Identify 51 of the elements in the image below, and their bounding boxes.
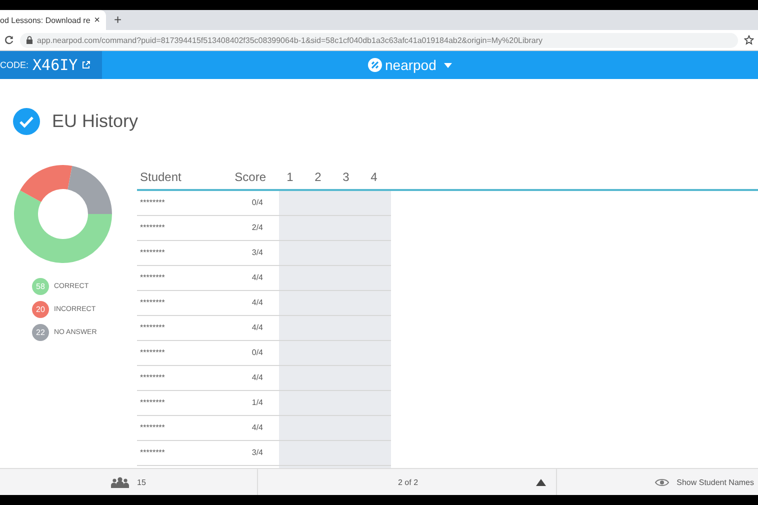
external-link-icon[interactable] bbox=[82, 61, 90, 69]
count-dot: 58 bbox=[32, 278, 49, 295]
student-name: ******** bbox=[139, 397, 166, 409]
page-indicator: 2 of 2 bbox=[398, 478, 418, 486]
column-header: Student bbox=[139, 170, 182, 184]
reload-icon[interactable] bbox=[4, 35, 14, 45]
student-name: ******** bbox=[139, 372, 166, 384]
student-name: ******** bbox=[139, 447, 166, 459]
score-cell-text: 4/4 bbox=[250, 297, 263, 309]
show-names-button[interactable]: Show Student Names bbox=[557, 469, 758, 495]
student-name: ******** bbox=[139, 222, 166, 234]
score-cell-text: 1/4 bbox=[250, 397, 263, 409]
score-cell-text: 4/4 bbox=[250, 372, 263, 384]
column-header: 2 bbox=[314, 170, 322, 184]
lesson-title: EU History bbox=[52, 110, 138, 132]
score-cell-text: 4/4 bbox=[250, 272, 263, 284]
star-icon[interactable] bbox=[744, 35, 754, 45]
caret-icon bbox=[444, 62, 452, 68]
new-tab-button[interactable]: + bbox=[114, 12, 122, 27]
column-header: Score bbox=[234, 170, 266, 184]
score-cell-text: 2/4 bbox=[250, 222, 263, 234]
count-dot: 22 bbox=[32, 324, 49, 341]
lock-icon bbox=[26, 36, 33, 44]
score-cell-text: 0/4 bbox=[250, 347, 263, 359]
student-name: ******** bbox=[139, 297, 166, 309]
score-cell-text: 0/4 bbox=[250, 197, 263, 209]
student-name: ******** bbox=[139, 272, 166, 284]
up-arrow-icon[interactable] bbox=[536, 478, 546, 486]
count-dot: 20 bbox=[32, 301, 49, 318]
student-name: ******** bbox=[139, 347, 166, 359]
student-name: ******** bbox=[139, 247, 166, 259]
address-field[interactable]: app.nearpod.com/command?puid=817394415f513408402f35c08399064b-1&sid=58c1cf040db1a3c63afc41a019184ab2&origin=My%20Library bbox=[20, 32, 738, 48]
student-name: ******** bbox=[139, 197, 166, 209]
code-label: CODE: bbox=[0, 60, 29, 70]
tab-title: od Lessons: Download re bbox=[0, 16, 90, 24]
class-code: X46IY bbox=[32, 56, 78, 74]
student-name: ******** bbox=[139, 422, 166, 434]
column-header: 3 bbox=[342, 170, 350, 184]
column-header: 4 bbox=[370, 170, 378, 184]
score-cell-text: 3/4 bbox=[250, 247, 263, 259]
logo-icon bbox=[368, 58, 382, 72]
eye-icon bbox=[654, 478, 669, 486]
people-icon bbox=[111, 476, 130, 488]
column-header: 1 bbox=[286, 170, 294, 184]
students-number: 15 bbox=[137, 478, 146, 486]
score-cell-text: 4/4 bbox=[250, 422, 263, 434]
score-cell-text: 4/4 bbox=[250, 322, 263, 334]
student-name: ******** bbox=[139, 322, 166, 334]
tab-close-button[interactable]: × bbox=[94, 14, 100, 26]
browser-tab[interactable]: od Lessons: Download re × bbox=[0, 10, 106, 30]
score-cell-text: 3/4 bbox=[250, 447, 263, 459]
